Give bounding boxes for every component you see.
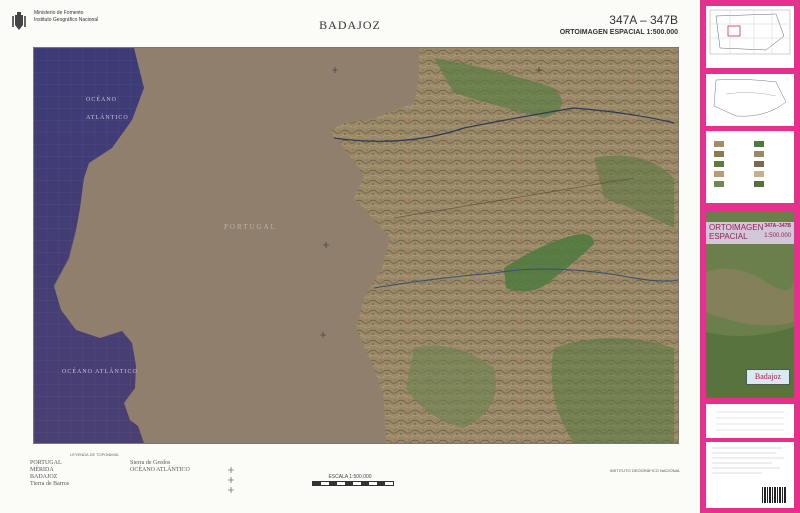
legend-title: LEYENDA DE TOPONIMIA xyxy=(70,452,119,457)
cover-scale: 1:500.000 xyxy=(764,233,791,239)
sheet-number: 347A – 347B xyxy=(609,13,678,27)
symbols-legend-icon xyxy=(228,467,234,493)
legend-name: Tierra de Barros xyxy=(30,481,70,487)
legend-name: PORTUGAL xyxy=(30,460,62,466)
orthoimage-map[interactable]: OCÉANO ATLÁNTICO PORTUGAL OCÉANO ATLÁNTI… xyxy=(33,47,679,444)
scale-label: ESCALA 1:500.000 xyxy=(328,474,372,480)
cover-sheet-name: Badajoz xyxy=(746,369,790,385)
country-label: PORTUGAL xyxy=(224,223,277,231)
data-table-panel xyxy=(706,404,794,438)
ocean-label-bottom: OCÉANO ATLÁNTICO xyxy=(62,367,138,375)
description-text-block xyxy=(712,447,784,474)
map-sheet: Ministerio de Fomento Instituto Geográfi… xyxy=(0,0,700,513)
cover-panel: ORTOIMAGEN ESPACIAL 347A–347B 1:500.000 … xyxy=(700,0,800,513)
location-map xyxy=(713,79,787,117)
sheet-subtitle: ORTOIMAGEN ESPACIAL 1:500.000 xyxy=(559,29,678,36)
index-map-panel xyxy=(706,6,794,68)
cover-title-line2: ESPACIAL xyxy=(709,232,748,241)
data-table xyxy=(716,411,784,431)
sea-legend: Sierra de Gredos OCÉANO ATLÁNTICO xyxy=(130,460,210,474)
barcode xyxy=(762,487,786,503)
land-cover-legend xyxy=(714,141,764,187)
satellite-image: OCÉANO ATLÁNTICO PORTUGAL OCÉANO ATLÁNTI… xyxy=(34,48,678,443)
sheet-index-map xyxy=(709,9,791,55)
legend-panel xyxy=(706,131,794,203)
location-map-panel xyxy=(706,74,794,126)
institute-credit: INSTITUTO GEOGRÁFICO NACIONAL xyxy=(609,468,681,473)
scale-bar xyxy=(312,481,394,486)
ocean-label-top-2: ATLÁNTICO xyxy=(86,113,129,121)
toponymy-legend: PORTUGAL MÉRIDA BADAJOZ Tierra de Barros xyxy=(30,460,100,488)
legend-name: BADAJOZ xyxy=(30,474,58,480)
cover-sheet-code: 347A–347B xyxy=(764,223,791,229)
legend-sea-name: OCÉANO ATLÁNTICO xyxy=(130,467,190,473)
legend-name: MÉRIDA xyxy=(30,467,54,473)
ministry-line: Ministerio de Fomento xyxy=(34,10,84,16)
cover-title-line1: ORTOIMAGEN xyxy=(709,223,764,232)
sheet-header: Ministerio de Fomento Instituto Geográfi… xyxy=(0,0,700,40)
legend-sea-name: Sierra de Gredos xyxy=(130,460,171,466)
cover-image: ORTOIMAGEN ESPACIAL 347A–347B 1:500.000 … xyxy=(706,212,794,398)
ocean-label-top: OCÉANO xyxy=(86,95,117,103)
